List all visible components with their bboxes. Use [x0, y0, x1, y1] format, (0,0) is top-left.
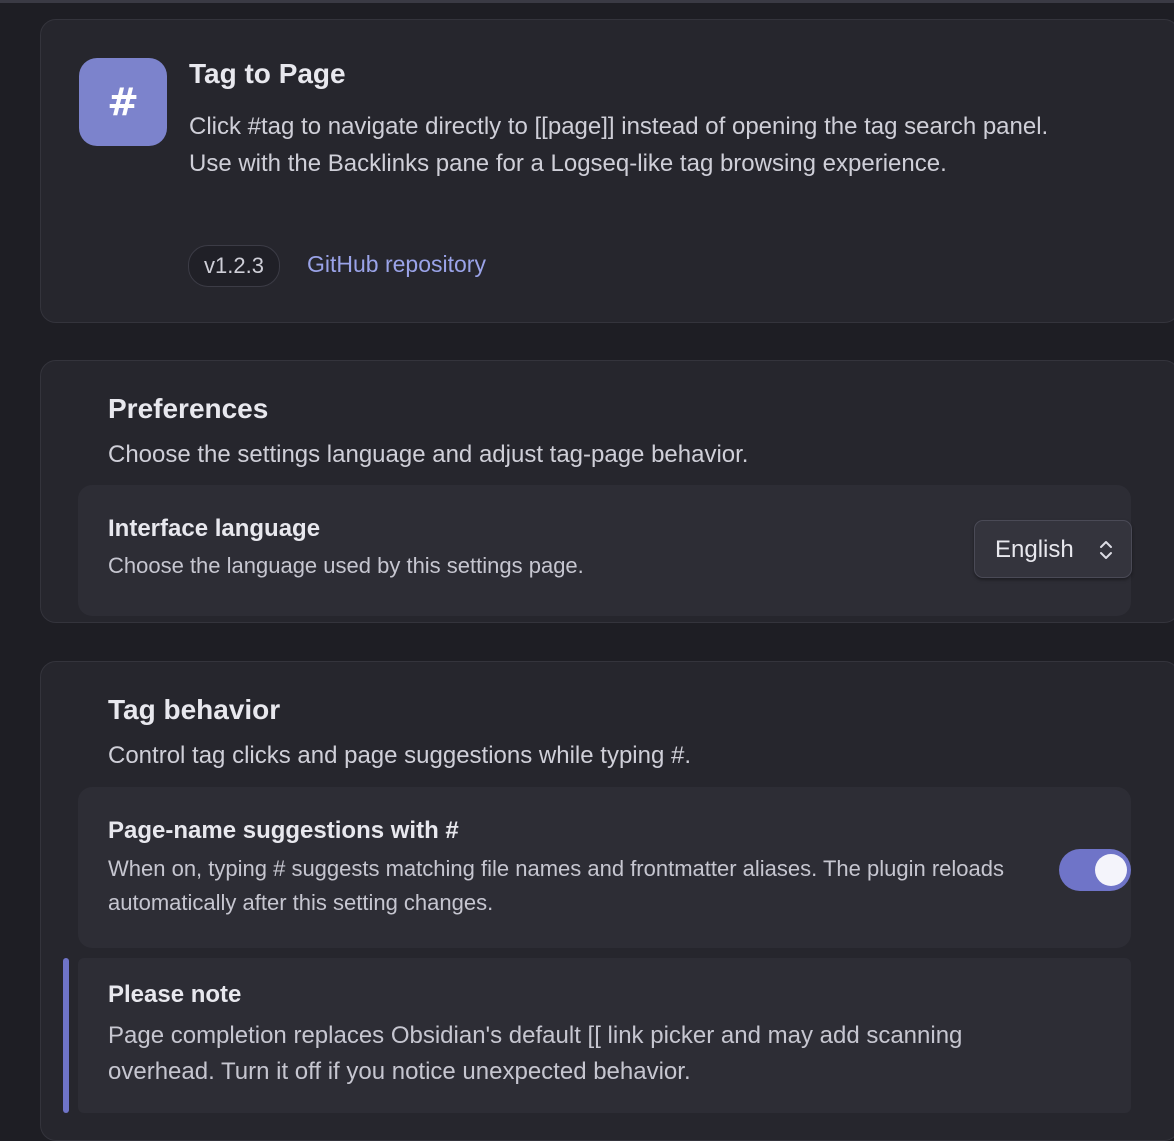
setting-name: Page-name suggestions with # — [108, 817, 459, 844]
section-description: Control tag clicks and page suggestions … — [108, 742, 692, 769]
setting-description: When on, typing # suggests matching file… — [108, 856, 1004, 915]
section-description: Choose the settings language and adjust … — [108, 441, 749, 468]
top-divider — [0, 0, 1174, 3]
setting-page-name-suggestions: Page-name suggestions with # When on, ty… — [78, 787, 1131, 948]
preferences-section: Preferences Choose the settings language… — [40, 360, 1174, 623]
version-badge: v1.2.3 — [188, 245, 280, 287]
plugin-header-card: # Tag to Page Click #tag to navigate dir… — [40, 19, 1174, 323]
hashtag-icon: # — [79, 58, 167, 146]
setting-interface-language: Interface language Choose the language u… — [78, 485, 1132, 616]
note-text: Page completion replaces Obsidian's defa… — [108, 1022, 963, 1085]
section-title: Preferences — [108, 393, 269, 424]
plugin-description: Click #tag to navigate directly to [[pag… — [189, 113, 1049, 177]
plugin-title: Tag to Page — [189, 58, 346, 89]
section-title: Tag behavior — [108, 694, 281, 725]
github-repository-link[interactable]: GitHub repository — [307, 251, 486, 278]
page-suggestions-toggle[interactable] — [1059, 849, 1131, 891]
language-dropdown[interactable]: English — [974, 520, 1132, 578]
chevron-up-down-icon — [1100, 541, 1112, 559]
dropdown-selected-value: English — [995, 536, 1074, 563]
tag-behavior-section: Tag behavior Control tag clicks and page… — [40, 661, 1174, 1141]
toggle-knob — [1095, 854, 1127, 886]
note-callout: Please note Page completion replaces Obs… — [78, 958, 1131, 1113]
callout-accent-bar — [63, 958, 69, 1113]
note-title: Please note — [108, 981, 242, 1008]
setting-description: Choose the language used by this setting… — [108, 553, 584, 578]
setting-name: Interface language — [108, 515, 321, 542]
